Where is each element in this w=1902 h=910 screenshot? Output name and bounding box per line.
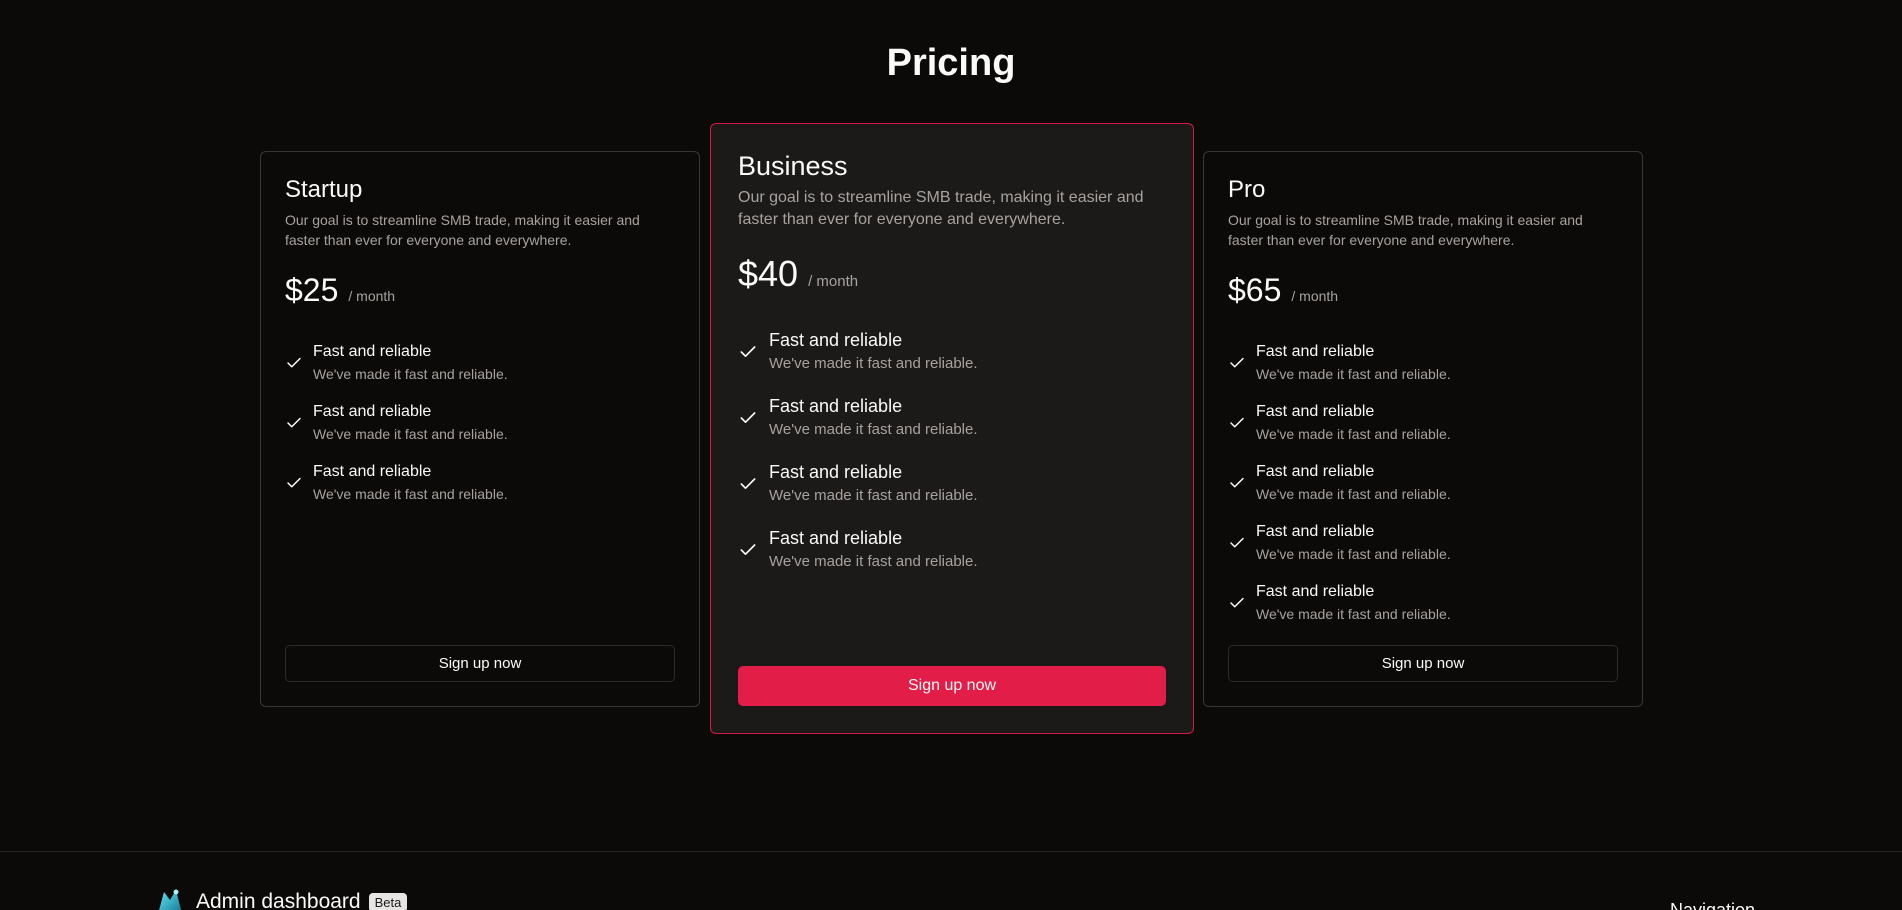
feature-title: Fast and reliable — [313, 463, 432, 480]
check-icon — [1228, 413, 1256, 433]
feature-item: Fast and reliable We've made it fast and… — [1228, 393, 1618, 453]
feature-title: Fast and reliable — [1256, 583, 1375, 600]
plan-description: Our goal is to streamline SMB trade, mak… — [738, 189, 1144, 228]
check-icon — [738, 540, 769, 560]
feature-item: Fast and reliable We've made it fast and… — [1228, 453, 1618, 513]
feature-title: Fast and reliable — [769, 396, 903, 416]
check-icon — [738, 474, 769, 494]
check-icon — [738, 342, 769, 362]
feature-subtitle: We've made it fast and reliable. — [1256, 606, 1451, 622]
feature-subtitle: We've made it fast and reliable. — [769, 355, 978, 372]
feature-item: Fast and reliable We've made it fast and… — [1228, 513, 1618, 573]
feature-item: Fast and reliable We've made it fast and… — [285, 393, 675, 453]
plan-card-business: Business Our goal is to streamline SMB t… — [710, 123, 1194, 734]
plan-period: / month — [808, 273, 859, 290]
footer-divider — [0, 851, 1902, 852]
plan-name: Business — [738, 151, 848, 181]
feature-subtitle: We've made it fast and reliable. — [313, 366, 508, 382]
check-icon — [738, 408, 769, 428]
plan-price: $65 — [1228, 272, 1282, 308]
price-row: $40 / month — [738, 253, 1166, 295]
feature-subtitle: We've made it fast and reliable. — [313, 486, 508, 502]
signup-button-pro[interactable]: Sign up now — [1228, 645, 1618, 682]
plan-card-pro: Pro Our goal is to streamline SMB trade,… — [1203, 151, 1643, 707]
price-row: $25 / month — [285, 272, 675, 309]
plan-price: $25 — [285, 272, 339, 308]
check-icon — [1228, 473, 1256, 493]
feature-title: Fast and reliable — [1256, 343, 1375, 360]
feature-title: Fast and reliable — [313, 403, 432, 420]
logo-icon — [154, 886, 186, 910]
feature-list: Fast and reliable We've made it fast and… — [1228, 333, 1618, 633]
feature-title: Fast and reliable — [769, 528, 903, 548]
feature-title: Fast and reliable — [1256, 403, 1375, 420]
feature-subtitle: We've made it fast and reliable. — [1256, 486, 1451, 502]
feature-list: Fast and reliable We've made it fast and… — [738, 319, 1166, 583]
feature-subtitle: We've made it fast and reliable. — [769, 421, 978, 438]
feature-subtitle: We've made it fast and reliable. — [1256, 426, 1451, 442]
check-icon — [1228, 593, 1256, 613]
feature-subtitle: We've made it fast and reliable. — [769, 553, 978, 570]
plan-name: Pro — [1228, 176, 1266, 203]
feature-title: Fast and reliable — [769, 462, 903, 482]
feature-list: Fast and reliable We've made it fast and… — [285, 333, 675, 513]
feature-item: Fast and reliable We've made it fast and… — [738, 319, 1166, 385]
check-icon — [1228, 533, 1256, 553]
check-icon — [1228, 353, 1256, 373]
pricing-page: Pricing Startup Our goal is to streamlin… — [0, 0, 1902, 910]
feature-title: Fast and reliable — [1256, 523, 1375, 540]
feature-title: Fast and reliable — [769, 330, 903, 350]
feature-item: Fast and reliable We've made it fast and… — [1228, 573, 1618, 633]
feature-item: Fast and reliable We've made it fast and… — [738, 451, 1166, 517]
plan-period: / month — [348, 288, 396, 304]
footer-brand[interactable]: Admin dashboard Beta — [154, 886, 408, 910]
feature-item: Fast and reliable We've made it fast and… — [285, 333, 675, 393]
check-icon — [285, 353, 313, 373]
feature-subtitle: We've made it fast and reliable. — [313, 426, 508, 442]
page-title: Pricing — [886, 42, 1016, 84]
feature-title: Fast and reliable — [1256, 463, 1375, 480]
feature-subtitle: We've made it fast and reliable. — [1256, 546, 1451, 562]
feature-title: Fast and reliable — [313, 343, 432, 360]
feature-subtitle: We've made it fast and reliable. — [769, 487, 978, 504]
check-icon — [285, 473, 313, 493]
plan-card-startup: Startup Our goal is to streamline SMB tr… — [260, 151, 700, 707]
feature-item: Fast and reliable We've made it fast and… — [1228, 333, 1618, 393]
feature-item: Fast and reliable We've made it fast and… — [285, 453, 675, 513]
beta-badge: Beta — [368, 892, 408, 910]
feature-item: Fast and reliable We've made it fast and… — [738, 385, 1166, 451]
footer-nav-heading: Navigation — [1670, 900, 1756, 910]
plan-name: Startup — [285, 176, 363, 203]
price-row: $65 / month — [1228, 272, 1618, 309]
plan-period: / month — [1291, 288, 1339, 304]
feature-item: Fast and reliable We've made it fast and… — [738, 517, 1166, 583]
plan-description: Our goal is to streamline SMB trade, mak… — [285, 212, 640, 248]
brand-name: Admin dashboard — [196, 890, 361, 910]
feature-subtitle: We've made it fast and reliable. — [1256, 366, 1451, 382]
check-icon — [285, 413, 313, 433]
plan-price: $40 — [738, 253, 799, 294]
signup-button-business[interactable]: Sign up now — [738, 666, 1166, 706]
plan-description: Our goal is to streamline SMB trade, mak… — [1228, 212, 1583, 248]
signup-button-startup[interactable]: Sign up now — [285, 645, 675, 682]
